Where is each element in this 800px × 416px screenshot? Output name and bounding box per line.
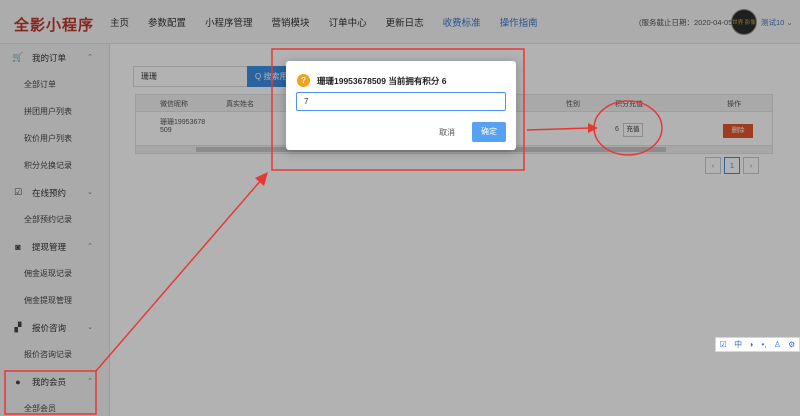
ime-user-icon[interactable]: ♙ <box>774 340 781 349</box>
ime-settings-icon[interactable]: ⚙ <box>788 340 795 349</box>
dialog-title: 珊珊19953678509 当前拥有积分 6 <box>317 76 447 86</box>
ime-lang-icon[interactable]: 中 <box>734 339 742 350</box>
ime-skin-icon[interactable]: ☑ <box>720 340 727 349</box>
ime-punct-icon[interactable]: •, <box>761 340 766 349</box>
charge-points-dialog: ? 珊珊19953678509 当前拥有积分 6 7 取消 确定 <box>286 61 516 150</box>
question-icon: ? <box>297 74 310 87</box>
ime-moon-icon[interactable]: ◗ <box>749 340 754 349</box>
cancel-button[interactable]: 取消 <box>439 127 455 138</box>
points-input[interactable]: 7 <box>296 92 506 111</box>
confirm-button[interactable]: 确定 <box>472 122 506 142</box>
ime-toolbar: ☑ 中 ◗ •, ♙ ⚙ <box>715 337 800 352</box>
